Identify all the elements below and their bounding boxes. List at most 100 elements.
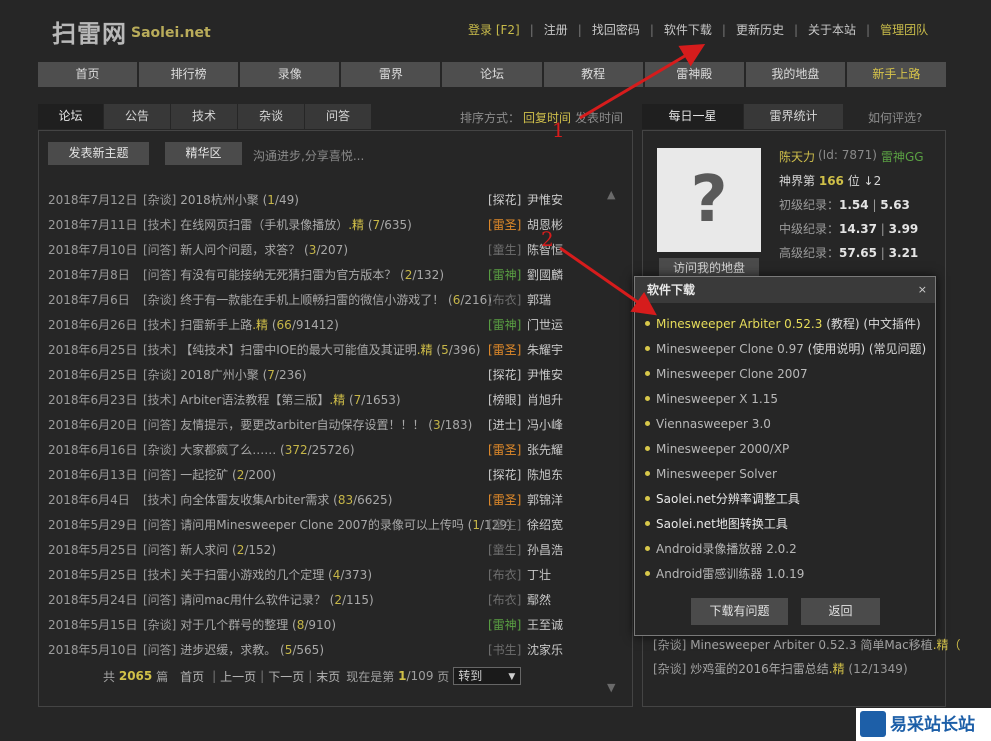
post-title[interactable]: [技术] 【纯技术】扫雷中IOE的最大可能值及其证明.精 (5/396) xyxy=(143,340,480,360)
download-link[interactable]: Minesweeper X 1.15 xyxy=(656,392,778,406)
download-item[interactable]: Minesweeper Arbiter 0.52.3 (教程) (中文插件) xyxy=(645,315,926,340)
post-author[interactable]: 朱耀宇 xyxy=(527,340,563,360)
post-author[interactable]: 郭瑞 xyxy=(527,290,551,310)
main-nav-item[interactable]: 排行榜 xyxy=(139,62,241,87)
main-nav-item[interactable]: 新手上路 xyxy=(846,62,946,87)
post-row[interactable]: 2018年5月24日 [问答] 请问mac用什么软件记录？ (2/115) [布衣]… xyxy=(48,590,568,615)
post-row[interactable]: 2018年7月10日 [问答] 新人问个问题，求答？ (3/207) [童生] 陈智恒 xyxy=(48,240,568,265)
forum-tab[interactable]: 技术 xyxy=(171,104,238,129)
post-author[interactable]: 劉國麟 xyxy=(527,265,563,285)
post-author[interactable]: 王至诚 xyxy=(527,615,563,635)
post-row[interactable]: 2018年5月15日 [杂谈] 对于几个群号的整理 (8/910) [雷神] 王至诚 xyxy=(48,615,568,640)
post-title[interactable]: [杂谈] 大家都疯了么…… (372/25726) xyxy=(143,440,355,460)
download-item[interactable]: Minesweeper 2000/XP xyxy=(645,440,926,465)
close-icon[interactable]: × xyxy=(918,277,927,303)
topic-title[interactable]: Minesweeper Arbiter 0.52.3 简单Mac移植 xyxy=(690,638,932,652)
post-author[interactable]: 尹惟安 xyxy=(527,365,563,385)
new-topic-button[interactable]: 发表新主题 xyxy=(48,142,149,165)
download-item[interactable]: Saolei.net地图转换工具 xyxy=(645,515,926,540)
download-item[interactable]: Minesweeper Clone 0.97 (使用说明) (常见问题) xyxy=(645,340,926,365)
post-title-text[interactable]: 有没有可能接纳无死猜扫雷为官方版本？ xyxy=(180,268,396,282)
post-title[interactable]: [杂谈] 对于几个群号的整理 (8/910) xyxy=(143,615,336,635)
post-title-text[interactable]: 终于有一款能在手机上顺畅扫雷的微信小游戏了！ xyxy=(180,293,444,307)
post-title[interactable]: [技术] 关于扫雷小游戏的几个定理 (4/373) xyxy=(143,565,372,585)
post-author[interactable]: 鄢然 xyxy=(527,590,551,610)
post-title-text[interactable]: 友情提示，要更改arbiter自动保存设置！！！ xyxy=(180,418,424,432)
post-title[interactable]: [问答] 友情提示，要更改arbiter自动保存设置！！！ (3/183) xyxy=(143,415,472,435)
download-extra-links[interactable]: (使用说明) (常见问题) xyxy=(808,342,927,356)
main-nav-item[interactable]: 首页 xyxy=(38,62,140,87)
post-row[interactable]: 2018年5月10日 [问答] 进步迟缓，求教。 (5/565) [书生] 沈家乐 xyxy=(48,640,568,665)
post-title-text[interactable]: 2018广州小聚 xyxy=(180,368,259,382)
top-link[interactable]: 登录 [F2] xyxy=(468,21,530,38)
site-logo[interactable]: 扫雷网 xyxy=(52,14,127,49)
post-title-text[interactable]: 新人问个问题，求答？ xyxy=(180,243,300,257)
post-row[interactable]: 2018年5月25日 [问答] 新人求问 (2/152) [童生] 孙昌浩 xyxy=(48,540,568,565)
post-row[interactable]: 2018年6月20日 [问答] 友情提示，要更改arbiter自动保存设置！！！ … xyxy=(48,415,568,440)
post-author[interactable]: 沈家乐 xyxy=(527,640,563,660)
post-author[interactable]: 陈旭东 xyxy=(527,465,563,485)
prev-page-link[interactable]: 上一页 xyxy=(220,668,256,685)
right-topic-item[interactable]: [杂谈] 炒鸡蛋的2016年扫雷总结.精 (12/1349) xyxy=(653,660,908,677)
post-title-text[interactable]: 关于扫雷小游戏的几个定理 xyxy=(180,568,324,582)
post-title[interactable]: [技术] 向全体雷友收集Arbiter需求 (83/6625) xyxy=(143,490,392,510)
post-row[interactable]: 2018年7月11日 [技术] 在线网页扫雷（手机录像播放）.精 (7/635)[… xyxy=(48,215,568,240)
jump-select[interactable]: 转到 ▼ xyxy=(453,667,522,685)
scroll-down-icon[interactable]: ▼ xyxy=(607,681,615,694)
back-button[interactable]: 返回 xyxy=(801,598,880,625)
post-title-text[interactable]: 大家都疯了么…… xyxy=(180,443,276,457)
download-link[interactable]: Minesweeper 2000/XP xyxy=(656,442,789,456)
download-link[interactable]: Minesweeper Solver xyxy=(656,467,777,481)
post-row[interactable]: 2018年6月25日 [杂谈] 2018广州小聚 (7/236) [探花] 尹惟安 xyxy=(48,365,568,390)
post-title-text[interactable]: Arbiter语法教程【第三版】 xyxy=(180,393,329,407)
post-author[interactable]: 肖旭升 xyxy=(527,390,563,410)
sort-by-post-time[interactable]: 发表时间 xyxy=(575,109,623,126)
right-tab[interactable]: 雷界统计 xyxy=(744,104,844,129)
post-author[interactable]: 徐绍宽 xyxy=(527,515,563,535)
post-title-text[interactable]: 请问用Minesweeper Clone 2007的录像可以上传吗 xyxy=(180,518,464,532)
post-title-text[interactable]: 请问mac用什么软件记录？ xyxy=(180,593,326,607)
post-title-text[interactable]: 一起挖矿 xyxy=(180,468,228,482)
post-title[interactable]: [技术] 在线网页扫雷（手机录像播放）.精 (7/635) xyxy=(143,215,412,235)
post-title[interactable]: [杂谈] 2018广州小聚 (7/236) xyxy=(143,365,307,385)
download-link[interactable]: Minesweeper Arbiter 0.52.3 xyxy=(656,317,822,331)
post-row[interactable]: 2018年6月4日 [技术] 向全体雷友收集Arbiter需求 (83/6625)… xyxy=(48,490,568,515)
download-link[interactable]: Saolei.net地图转换工具 xyxy=(656,517,788,531)
forum-tab[interactable]: 公告 xyxy=(104,104,171,129)
post-title-text[interactable]: 向全体雷友收集Arbiter需求 xyxy=(180,493,329,507)
post-row[interactable]: 2018年6月25日 [技术] 【纯技术】扫雷中IOE的最大可能值及其证明.精 (… xyxy=(48,340,568,365)
post-title-text[interactable]: 对于几个群号的整理 xyxy=(180,618,288,632)
post-author[interactable]: 冯小峰 xyxy=(527,415,563,435)
download-link[interactable]: Minesweeper Clone 0.97 xyxy=(656,342,804,356)
post-row[interactable]: 2018年6月16日 [杂谈] 大家都疯了么…… (372/25726) [雷圣] 张… xyxy=(48,440,568,465)
download-link[interactable]: Android雷感训练器 1.0.19 xyxy=(656,567,804,581)
main-nav-item[interactable]: 教程 xyxy=(543,62,645,87)
main-nav-item[interactable]: 我的地盘 xyxy=(745,62,847,87)
post-title[interactable]: [杂谈] 终于有一款能在手机上顺畅扫雷的微信小游戏了！ (6/216) xyxy=(143,290,492,310)
download-problem-button[interactable]: 下载有问题 xyxy=(691,598,788,625)
download-item[interactable]: Minesweeper Solver xyxy=(645,465,926,490)
post-row[interactable]: 2018年6月23日 [技术] Arbiter语法教程【第三版】.精 (7/165… xyxy=(48,390,568,415)
post-row[interactable]: 2018年7月6日 [杂谈] 终于有一款能在手机上顺畅扫雷的微信小游戏了！ (6/… xyxy=(48,290,568,315)
forum-tab[interactable]: 论坛 xyxy=(38,104,104,129)
download-item[interactable]: Viennasweeper 3.0 xyxy=(645,415,926,440)
post-title-text[interactable]: 2018杭州小聚 xyxy=(180,193,259,207)
star-name[interactable]: 陈天力 xyxy=(779,148,815,165)
post-author[interactable]: 尹惟安 xyxy=(527,190,563,210)
post-title-text[interactable]: 进步迟缓，求教。 xyxy=(180,643,276,657)
post-title[interactable]: [问答] 请问用Minesweeper Clone 2007的录像可以上传吗 (… xyxy=(143,515,512,535)
post-title[interactable]: [技术] Arbiter语法教程【第三版】.精 (7/1653) xyxy=(143,390,401,410)
post-row[interactable]: 2018年7月12日 [杂谈] 2018杭州小聚 (1/49) [探花] 尹惟安 xyxy=(48,190,568,215)
post-title[interactable]: [问答] 进步迟缓，求教。 (5/565) xyxy=(143,640,324,660)
post-title-text[interactable]: 在线网页扫雷（手机录像播放） xyxy=(180,218,348,232)
main-nav-item[interactable]: 雷神殿 xyxy=(644,62,746,87)
how-to-evaluate-link[interactable]: 如何评选? xyxy=(868,109,922,126)
download-extra-links[interactable]: (教程) (中文插件) xyxy=(826,317,921,331)
post-author[interactable]: 孙昌浩 xyxy=(527,540,563,560)
post-title-text[interactable]: 扫雷新手上路 xyxy=(180,318,252,332)
post-title[interactable]: [杂谈] 2018杭州小聚 (1/49) xyxy=(143,190,299,210)
download-item[interactable]: Saolei.net分辨率调整工具 xyxy=(645,490,926,515)
last-page-link[interactable]: 末页 xyxy=(316,668,340,685)
post-row[interactable]: 2018年5月29日 [问答] 请问用Minesweeper Clone 2007… xyxy=(48,515,568,540)
download-link[interactable]: Minesweeper Clone 2007 xyxy=(656,367,808,381)
